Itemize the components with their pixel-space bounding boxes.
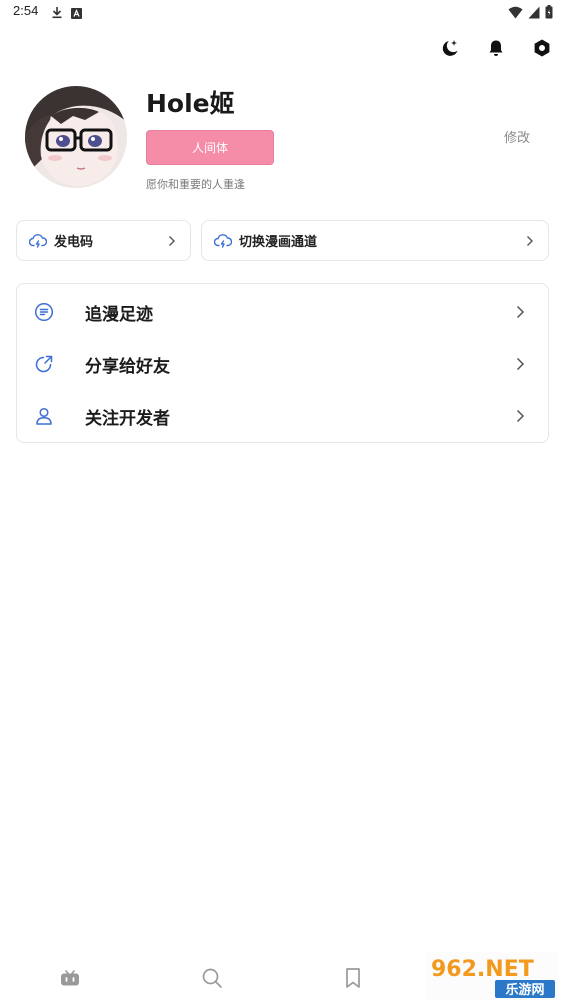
cloud-lightning-icon [214, 232, 232, 250]
battery-icon [545, 4, 553, 23]
status-bar: 2:54 [0, 0, 565, 24]
status-right-icons [508, 4, 553, 23]
bell-icon[interactable] [486, 38, 506, 58]
list-icon [33, 301, 55, 323]
cloud-lightning-icon [29, 232, 47, 250]
font-a-icon [71, 4, 82, 23]
quick-action-switch-channel[interactable]: 切换漫画通道 [201, 220, 549, 261]
menu-item-label: 分享给好友 [85, 356, 170, 377]
chevron-right-icon [516, 305, 526, 319]
wifi-icon [508, 4, 523, 23]
bookmark-icon[interactable] [341, 966, 365, 990]
quick-action-label: 切换漫画通道 [239, 235, 318, 250]
user-tag-button[interactable]: 人间体 [146, 130, 274, 165]
settings-icon[interactable] [532, 38, 552, 58]
status-left-icons [51, 4, 82, 23]
quick-action-power-code[interactable]: 发电码 [16, 220, 191, 261]
menu-item-label: 追漫足迹 [85, 304, 153, 325]
username: Hole姬 [146, 89, 235, 118]
menu-card: 追漫足迹 分享给好友 关注开发者 [16, 283, 549, 443]
signal-icon [528, 4, 540, 23]
menu-item-label: 关注开发者 [85, 408, 170, 429]
watermark-subtitle: 乐游网 [505, 982, 544, 998]
night-mode-icon[interactable] [440, 38, 460, 58]
download-icon [51, 4, 63, 23]
watermark: 962.NET 乐游网 [425, 952, 559, 1000]
menu-item-reading-history[interactable]: 追漫足迹 [17, 286, 548, 338]
watermark-brand: 962.NET [431, 957, 534, 982]
search-icon[interactable] [200, 966, 224, 990]
quick-action-label: 发电码 [54, 235, 94, 250]
chevron-right-icon [516, 357, 526, 371]
status-time: 2:54 [13, 3, 39, 18]
home-icon[interactable] [58, 966, 82, 990]
edit-profile-link[interactable]: 修改 [504, 127, 530, 146]
user-icon [33, 405, 55, 427]
header-actions [440, 38, 552, 58]
menu-item-follow-developer[interactable]: 关注开发者 [17, 390, 548, 442]
share-icon [33, 353, 55, 375]
avatar[interactable] [25, 86, 127, 188]
chevron-right-icon [168, 235, 178, 247]
chevron-right-icon [516, 409, 526, 423]
user-bio: 愿你和重要的人重逢 [146, 178, 245, 191]
menu-item-share[interactable]: 分享给好友 [17, 338, 548, 390]
chevron-right-icon [526, 235, 536, 247]
